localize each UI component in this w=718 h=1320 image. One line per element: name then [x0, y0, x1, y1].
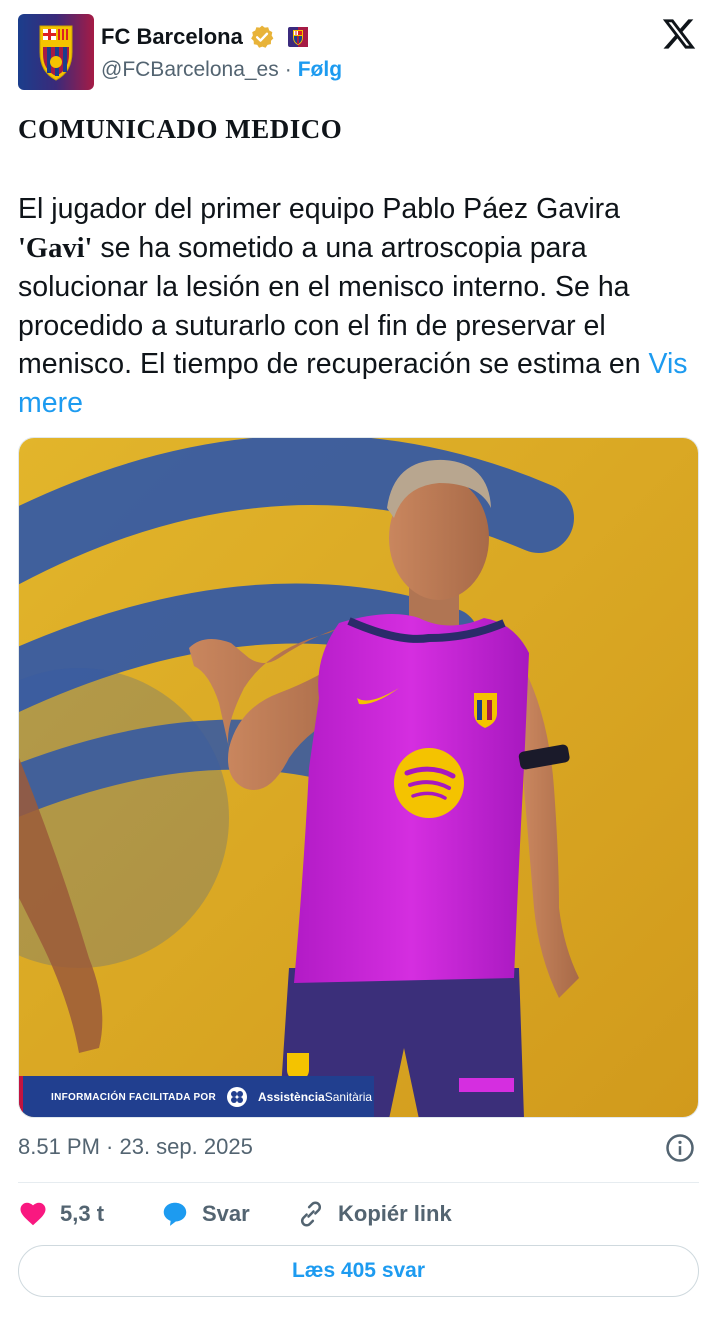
x-logo-icon[interactable]	[660, 16, 698, 52]
reply-bubble-icon	[163, 1202, 187, 1226]
post-text-rest: se ha sometido a una artroscopia para so…	[18, 231, 649, 381]
post-text-line1: El jugador del primer equipo Pablo Páez …	[18, 193, 621, 225]
media-banner-brand-a: Assistència	[258, 1090, 325, 1104]
copy-link-button[interactable]: Kopiér link	[296, 1199, 452, 1229]
heart-icon	[20, 1202, 46, 1226]
like-button[interactable]: 5,3 t	[18, 1199, 160, 1229]
media-banner-text: INFORMACIÓN FACILITADA POR	[51, 1091, 217, 1103]
account-handle[interactable]: @FCBarcelona_es	[101, 58, 279, 82]
post-text: El jugador del primer equipo Pablo Páez …	[18, 190, 708, 422]
assistencia-logo-icon	[227, 1087, 248, 1107]
follow-button[interactable]: Følg	[298, 58, 342, 82]
display-name[interactable]: FC Barcelona	[101, 24, 243, 50]
verified-badge-icon	[250, 25, 274, 48]
media-banner-brand-b: Sanitària	[324, 1090, 373, 1104]
barcelona-badge-icon	[287, 27, 308, 47]
action-bar: 5,3 t Svar Kopiér link	[18, 1196, 452, 1232]
read-replies-button[interactable]: Læs 405 svar	[18, 1245, 699, 1297]
handle-row: @FCBarcelona_es · Følg	[101, 58, 342, 82]
link-icon	[300, 1201, 322, 1227]
separator-dot: ·	[284, 58, 292, 81]
post-timestamp[interactable]: 8.51 PM · 23. sep. 2025	[18, 1134, 253, 1160]
account-name-row[interactable]: FC Barcelona	[101, 22, 309, 52]
reply-button[interactable]: Svar	[160, 1199, 296, 1229]
avatar[interactable]	[18, 14, 94, 90]
like-count: 5,3 t	[60, 1201, 105, 1226]
copy-link-label: Kopiér link	[338, 1201, 452, 1226]
post-headline: COMUNICADO MEDICO	[18, 114, 343, 144]
player-photo	[19, 438, 698, 1117]
tweet-embed: FC Barcelona @FCBarcelona_es · Følg COMU…	[0, 0, 718, 1320]
fc-barcelona-crest-icon	[18, 14, 94, 90]
divider	[18, 1182, 699, 1183]
info-icon[interactable]	[665, 1133, 695, 1163]
post-text-gavi: 'Gavi'	[18, 232, 93, 264]
post-media-photo[interactable]: INFORMACIÓN FACILITADA POR AssistènciaSa…	[18, 437, 699, 1118]
media-banner: INFORMACIÓN FACILITADA POR AssistènciaSa…	[19, 1076, 374, 1117]
reply-label: Svar	[202, 1201, 250, 1226]
